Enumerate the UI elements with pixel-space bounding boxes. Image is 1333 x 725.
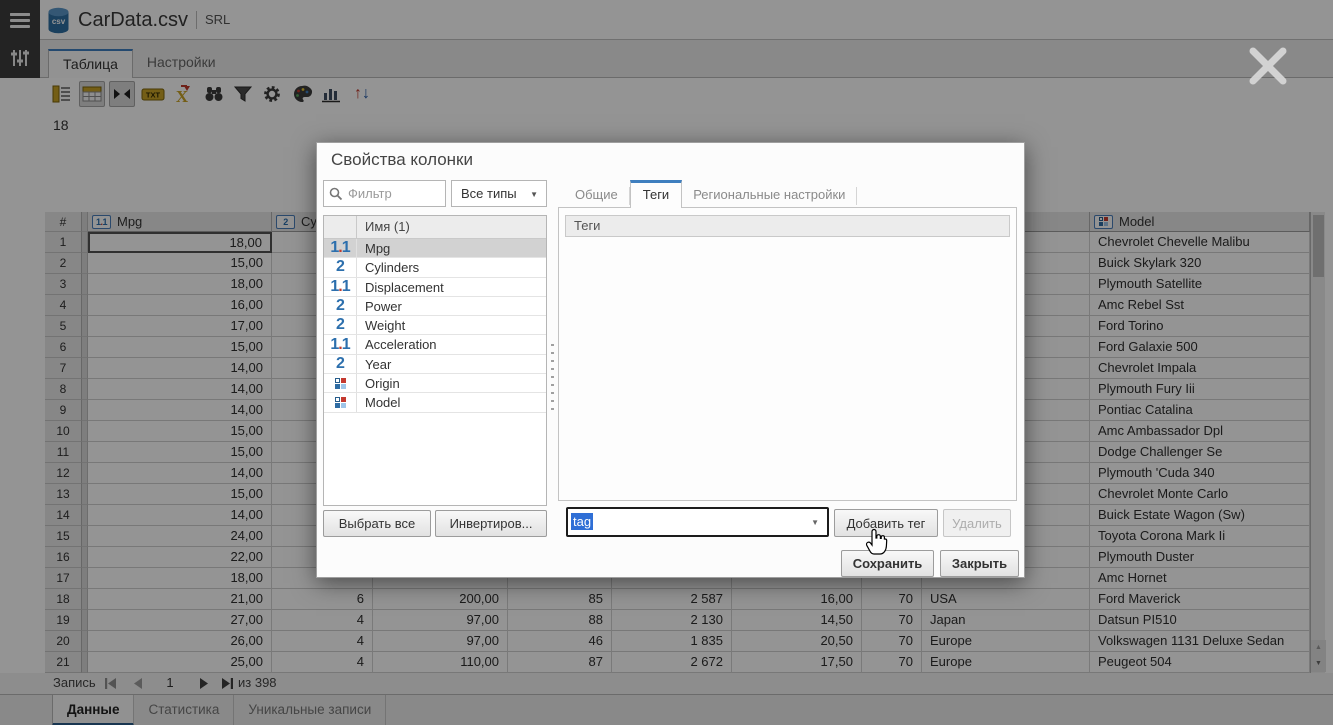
- decimal-type-icon: 1.1: [325, 239, 355, 257]
- column-list-item-label: Weight: [357, 316, 405, 334]
- delete-tag-button[interactable]: Удалить: [943, 509, 1011, 537]
- decimal-type-icon: 1.1: [325, 278, 355, 296]
- integer-type-icon: 2: [325, 316, 355, 334]
- chevron-down-icon: ▼: [811, 518, 819, 527]
- type-filter-value: Все типы: [461, 186, 517, 201]
- panel-splitter-handle[interactable]: [551, 344, 554, 410]
- dialog-tab-general[interactable]: Общие: [564, 182, 629, 208]
- column-list-header-label: Имя (1): [357, 216, 410, 238]
- integer-type-icon: 2: [325, 258, 355, 276]
- chevron-down-icon: ▼: [530, 190, 538, 199]
- tags-panel: Теги: [558, 207, 1017, 501]
- column-list-item-acceleration[interactable]: 1.1Acceleration: [324, 335, 546, 354]
- column-list-item-label: Displacement: [357, 278, 444, 296]
- tags-list-header: Теги: [565, 215, 1010, 237]
- decimal-type-icon: 1.1: [325, 336, 355, 354]
- column-list-item-mpg[interactable]: 1.1Mpg: [324, 239, 546, 258]
- column-list-item-origin[interactable]: Origin: [324, 374, 546, 393]
- column-list-item-label: Origin: [357, 374, 400, 392]
- category-type-icon: [325, 397, 355, 408]
- column-list-item-label: Acceleration: [357, 335, 437, 353]
- column-list-item-power[interactable]: 2Power: [324, 297, 546, 316]
- tag-input[interactable]: tag ▼: [566, 507, 829, 537]
- column-properties-dialog: Свойства колонки Фильтр Все типы ▼ Имя (…: [316, 142, 1025, 578]
- column-list-item-model[interactable]: Model: [324, 393, 546, 412]
- tag-input-value: tag: [571, 513, 593, 530]
- column-list-item-year[interactable]: 2Year: [324, 355, 546, 374]
- dialog-tab-tags[interactable]: Теги: [630, 180, 682, 208]
- search-icon: [329, 187, 343, 201]
- integer-type-icon: 2: [325, 297, 355, 315]
- column-list-item-label: Model: [357, 393, 400, 411]
- filter-input[interactable]: Фильтр: [323, 180, 446, 207]
- hand-cursor-icon: [864, 524, 890, 556]
- column-list-item-label: Mpg: [357, 239, 390, 257]
- close-button[interactable]: Закрыть: [940, 550, 1019, 577]
- dialog-tab-regional[interactable]: Региональные настройки: [682, 182, 856, 208]
- type-filter-select[interactable]: Все типы ▼: [451, 180, 547, 207]
- integer-type-icon: 2: [325, 355, 355, 373]
- column-list-item-label: Cylinders: [357, 258, 419, 276]
- dialog-tabs: ОбщиеТегиРегиональные настройки: [564, 181, 857, 208]
- column-list-header[interactable]: Имя (1): [324, 216, 546, 239]
- category-type-icon: [325, 378, 355, 389]
- column-list-item-label: Year: [357, 355, 391, 373]
- invert-selection-button[interactable]: Инвертиров...: [435, 510, 547, 537]
- close-x-icon[interactable]: [1242, 40, 1294, 92]
- column-list-body: 1.1Mpg2Cylinders1.1Displacement2Power2We…: [324, 239, 546, 413]
- filter-placeholder: Фильтр: [348, 186, 392, 201]
- dialog-title: Свойства колонки: [331, 150, 473, 170]
- column-list-item-label: Power: [357, 297, 402, 315]
- column-list-item-displacement[interactable]: 1.1Displacement: [324, 278, 546, 297]
- select-all-button[interactable]: Выбрать все: [323, 510, 431, 537]
- column-list-item-weight[interactable]: 2Weight: [324, 316, 546, 335]
- column-list-item-cylinders[interactable]: 2Cylinders: [324, 258, 546, 277]
- column-list: Имя (1) 1.1Mpg2Cylinders1.1Displacement2…: [323, 215, 547, 506]
